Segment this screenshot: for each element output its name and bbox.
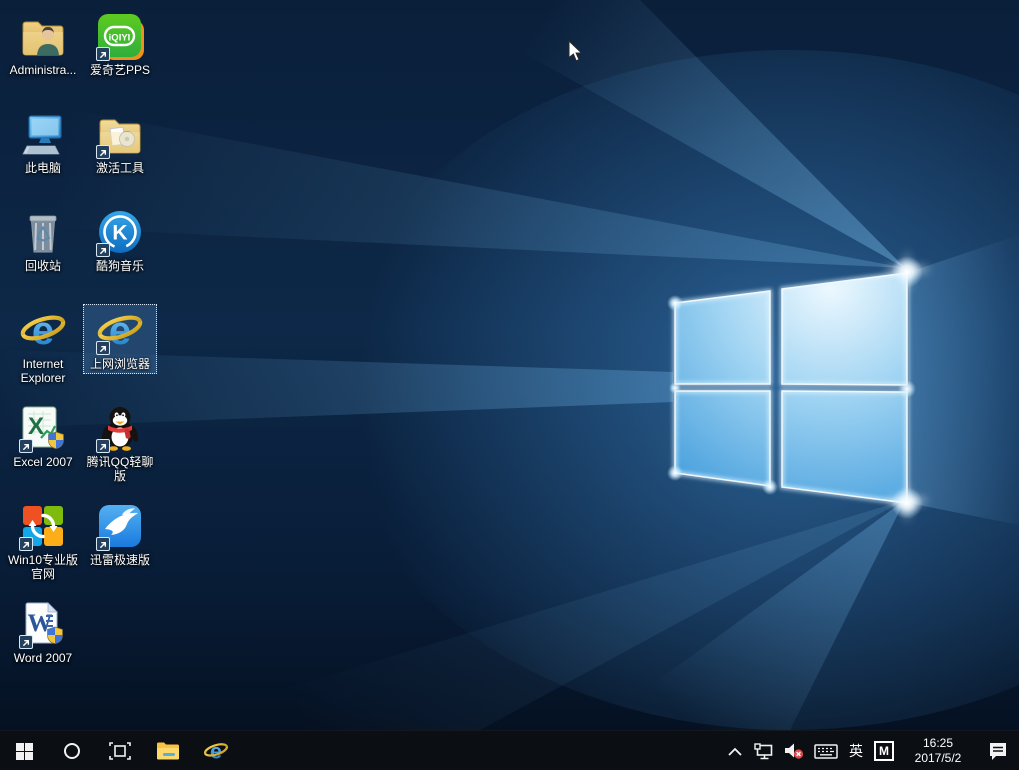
computer-icon <box>19 110 67 158</box>
iqiyi-icon: iQIYI <box>96 12 144 60</box>
win10-squares-icon <box>19 502 67 550</box>
shortcut-arrow-icon <box>96 341 110 355</box>
internet-explorer-icon: e <box>96 306 144 354</box>
ime-language-label: 英 <box>849 741 863 761</box>
shortcut-arrow-icon <box>96 145 110 159</box>
desktop-icon-kugou-music[interactable]: K 酷狗音乐 <box>83 206 157 276</box>
shortcut-arrow-icon <box>96 243 110 257</box>
desktop-icon-excel-2007[interactable]: X Excel 2007 <box>6 402 80 472</box>
clock[interactable]: 16:25 2017/5/2 <box>899 731 977 770</box>
folder-icon <box>156 741 180 761</box>
desktop-icon-label: 激活工具 <box>84 161 156 175</box>
desktop-icon-label: 迅雷极速版 <box>84 553 156 567</box>
start-button[interactable] <box>0 731 48 770</box>
taskbar: e <box>0 730 1019 770</box>
internet-explorer-taskbar-button[interactable]: e <box>192 731 240 770</box>
file-explorer-button[interactable] <box>144 731 192 770</box>
desktop-icon-label: 上网浏览器 <box>84 357 156 371</box>
svg-text:e: e <box>32 309 54 353</box>
desktop-icon-label: 此电脑 <box>7 161 79 175</box>
internet-explorer-icon: e <box>19 306 67 354</box>
svg-text:e: e <box>109 309 131 353</box>
shortcut-arrow-icon <box>19 537 33 551</box>
show-hidden-icons-button[interactable] <box>721 731 749 770</box>
windows-desktop: Administra... iQIYI 爱奇艺PPS <box>0 0 1019 770</box>
cortana-circle-icon <box>63 742 81 760</box>
network-status-button[interactable] <box>749 731 779 770</box>
desktop-icon-label: 回收站 <box>7 259 79 273</box>
qq-penguin-icon <box>96 404 144 452</box>
desktop-icon-label: Win10专业版官网 <box>7 553 79 581</box>
desktop-icon-label: Word 2007 <box>7 651 79 665</box>
shortcut-arrow-icon <box>96 47 110 61</box>
action-center-button[interactable] <box>977 731 1019 770</box>
ime-language-indicator[interactable]: 英 <box>843 731 869 770</box>
task-view-icon <box>109 742 131 760</box>
desktop-icon-activation-tools[interactable]: 激活工具 <box>83 108 157 178</box>
svg-text:e: e <box>210 739 222 764</box>
desktop-icon-label: 爱奇艺PPS <box>84 63 156 77</box>
ethernet-network-icon <box>754 743 774 760</box>
recycle-bin-icon <box>19 208 67 256</box>
xunlei-bird-icon <box>96 502 144 550</box>
desktop-icon-label: Excel 2007 <box>7 455 79 469</box>
clock-time: 16:25 <box>923 736 953 751</box>
speaker-muted-icon <box>784 742 804 760</box>
desktop-icon-administrator[interactable]: Administra... <box>6 10 80 80</box>
desktop-icon-label: Internet Explorer <box>7 357 79 385</box>
excel-icon: X <box>19 404 67 452</box>
ie-icon: e <box>203 738 229 764</box>
ime-mode-box: M <box>874 741 894 761</box>
desktop-icon-iqiyi-pps[interactable]: iQIYI 爱奇艺PPS <box>83 10 157 80</box>
svg-text:iQIYI: iQIYI <box>109 33 131 44</box>
shortcut-arrow-icon <box>96 537 110 551</box>
ime-mode-indicator[interactable]: M <box>869 731 899 770</box>
touch-keyboard-button[interactable] <box>809 731 843 770</box>
task-view-button[interactable] <box>96 731 144 770</box>
desktop-icon-this-pc[interactable]: 此电脑 <box>6 108 80 178</box>
volume-button[interactable] <box>779 731 809 770</box>
windows-logo-icon <box>16 743 33 760</box>
kugou-icon: K <box>96 208 144 256</box>
desktop-icon-win10-site[interactable]: Win10专业版官网 <box>6 500 80 584</box>
desktop-icon-label: Administra... <box>7 63 79 77</box>
desktop-icon-xunlei[interactable]: 迅雷极速版 <box>83 500 157 570</box>
tools-folder-icon <box>96 110 144 158</box>
shortcut-arrow-icon <box>19 635 33 649</box>
touch-keyboard-icon <box>814 744 838 759</box>
clock-date: 2017/5/2 <box>915 751 962 766</box>
desktop-icon-label: 腾讯QQ轻聊版 <box>84 455 156 483</box>
system-tray: 英 M 16:25 2017/5/2 <box>721 731 1019 770</box>
user-folder-icon <box>19 12 67 60</box>
chevron-up-icon <box>728 747 742 756</box>
shortcut-arrow-icon <box>96 439 110 453</box>
desktop-icon-web-browser[interactable]: e 上网浏览器 <box>83 304 157 374</box>
notification-icon <box>988 742 1008 761</box>
search-button[interactable] <box>48 731 96 770</box>
shortcut-arrow-icon <box>19 439 33 453</box>
svg-text:K: K <box>112 222 127 245</box>
desktop-icon-recycle-bin[interactable]: 回收站 <box>6 206 80 276</box>
desktop-icon-tencent-qq[interactable]: 腾讯QQ轻聊版 <box>83 402 157 486</box>
desktop-icon-label: 酷狗音乐 <box>84 259 156 273</box>
word-icon: W <box>19 600 67 648</box>
desktop-icon-internet-explorer[interactable]: e Internet Explorer <box>6 304 80 388</box>
desktop-icon-area: Administra... iQIYI 爱奇艺PPS <box>6 0 166 730</box>
desktop-icon-word-2007[interactable]: W Word 2007 <box>6 598 80 668</box>
